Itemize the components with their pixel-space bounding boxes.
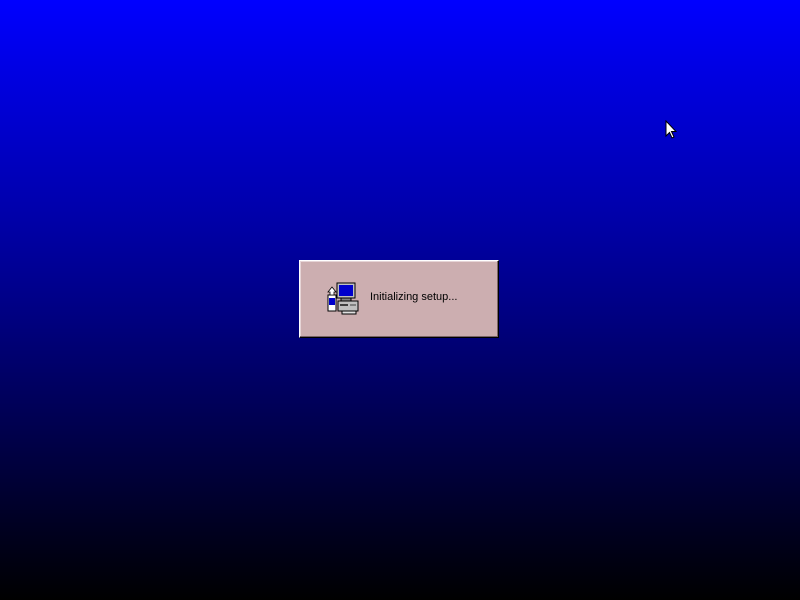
setup-status-message: Initializing setup... xyxy=(370,291,458,303)
desktop: Initializing setup... xyxy=(0,0,800,600)
setup-computer-icon xyxy=(324,281,360,317)
arrow-cursor-icon xyxy=(665,119,678,140)
setup-progress-dialog: Initializing setup... xyxy=(299,260,499,338)
